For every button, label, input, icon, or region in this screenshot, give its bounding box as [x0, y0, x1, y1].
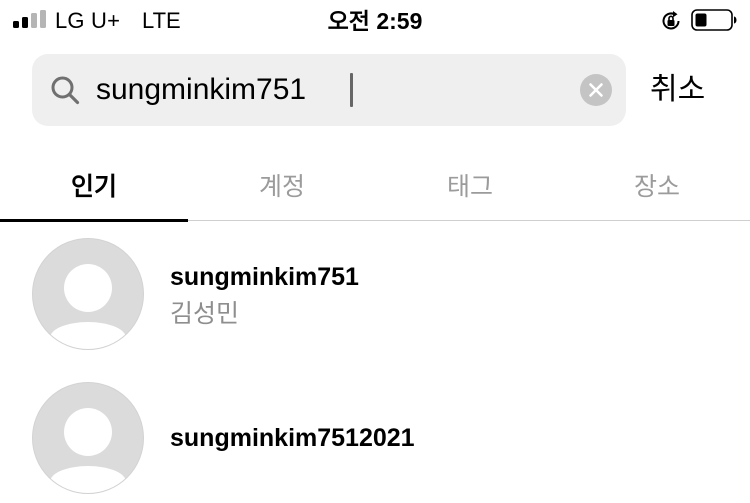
list-item[interactable]: sungminkim751 김성민	[0, 236, 750, 356]
search-icon	[51, 76, 80, 105]
status-bar: LG U+ LTE 오전 2:59	[0, 0, 750, 42]
list-item[interactable]: sungminkim7512021	[0, 380, 750, 500]
tab-accounts[interactable]: 계정	[188, 150, 376, 220]
avatar	[32, 382, 144, 494]
result-username: sungminkim751	[170, 263, 359, 291]
text-cursor	[350, 73, 353, 107]
tab-places[interactable]: 장소	[563, 150, 750, 220]
result-username: sungminkim7512021	[170, 424, 415, 452]
orientation-lock-icon	[662, 11, 680, 30]
tab-top[interactable]: 인기	[0, 150, 188, 220]
search-tabs: 인기 계정 태그 장소	[0, 150, 750, 222]
clear-search-icon[interactable]	[580, 74, 612, 106]
avatar	[32, 238, 144, 350]
status-time: 오전 2:59	[327, 8, 423, 34]
result-fullname: 김성민	[170, 300, 240, 328]
search-input[interactable]	[96, 54, 566, 126]
search-bar[interactable]	[32, 54, 626, 126]
battery-icon	[691, 9, 737, 31]
cancel-button[interactable]: 취소	[650, 70, 705, 110]
tab-tags[interactable]: 태그	[376, 150, 564, 220]
active-tab-indicator	[0, 219, 188, 222]
